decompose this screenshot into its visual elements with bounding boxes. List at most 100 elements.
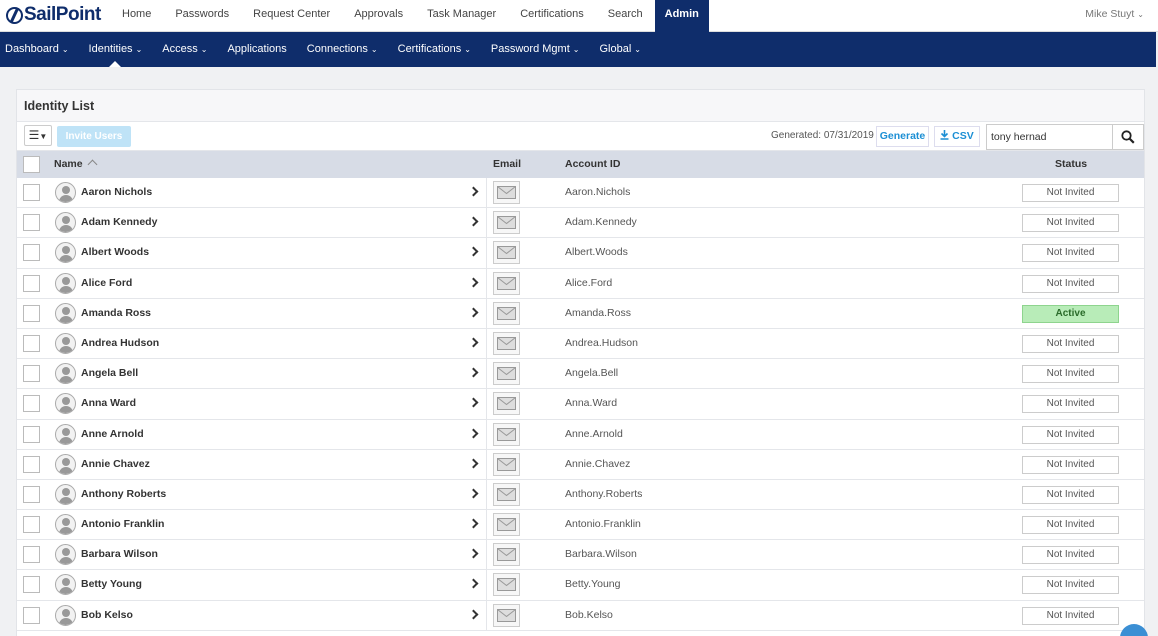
row-checkbox[interactable]: [23, 274, 40, 292]
row-checkbox[interactable]: [23, 516, 40, 534]
generated-date: Generated: 07/31/2019: [771, 130, 874, 141]
email-icon[interactable]: [493, 482, 520, 506]
top-nav-item-search[interactable]: Search: [596, 0, 655, 32]
identity-name[interactable]: Antonio Franklin: [81, 510, 164, 540]
row-checkbox[interactable]: [23, 485, 40, 503]
sub-nav-item-password-mgmt[interactable]: Password Mgmt ⌄: [481, 32, 590, 67]
chevron-right-icon[interactable]: [468, 367, 479, 378]
identity-name[interactable]: Albert Woods: [81, 238, 149, 268]
identity-name[interactable]: Andrea Hudson: [81, 329, 159, 359]
name-column-header[interactable]: Name: [54, 151, 98, 178]
sub-nav-item-applications[interactable]: Applications: [217, 32, 296, 67]
top-nav-item-passwords[interactable]: Passwords: [163, 0, 241, 32]
chevron-right-icon[interactable]: [468, 277, 479, 288]
row-checkbox[interactable]: [23, 365, 40, 383]
sub-nav-item-global[interactable]: Global ⌄: [589, 32, 651, 67]
identity-name[interactable]: Barbara Wilson: [81, 540, 158, 570]
generate-button[interactable]: Generate: [876, 126, 929, 147]
chevron-right-icon[interactable]: [468, 458, 479, 469]
sub-nav-item-certifications[interactable]: Certifications ⌄: [388, 32, 481, 67]
chevron-right-icon[interactable]: [468, 216, 479, 227]
chevron-right-icon[interactable]: [468, 397, 479, 408]
email-icon[interactable]: [493, 543, 520, 567]
identity-name[interactable]: Bob Kelso: [81, 601, 133, 631]
column-divider: [486, 238, 487, 269]
chevron-down-icon: ⌄: [1137, 10, 1144, 19]
row-checkbox[interactable]: [23, 214, 40, 232]
invite-users-button[interactable]: Invite Users: [57, 126, 131, 147]
chevron-right-icon[interactable]: [468, 578, 479, 589]
sub-nav-item-dashboard[interactable]: Dashboard ⌄: [0, 32, 79, 67]
chevron-right-icon[interactable]: [468, 609, 479, 620]
identity-name[interactable]: Anne Arnold: [81, 420, 144, 450]
identity-name[interactable]: Aaron Nichols: [81, 178, 152, 208]
email-icon[interactable]: [493, 211, 520, 235]
sailpoint-logo[interactable]: SailPoint: [6, 4, 101, 25]
row-checkbox[interactable]: [23, 606, 40, 624]
email-icon[interactable]: [493, 603, 520, 627]
status-badge: Not Invited: [1022, 576, 1119, 595]
identity-name[interactable]: Anna Ward: [81, 389, 136, 419]
row-checkbox[interactable]: [23, 546, 40, 564]
top-nav-item-admin[interactable]: Admin: [654, 0, 709, 32]
row-checkbox[interactable]: [23, 395, 40, 413]
status-column-header[interactable]: Status: [1055, 151, 1087, 178]
chevron-right-icon[interactable]: [468, 246, 479, 257]
email-icon[interactable]: [493, 573, 520, 597]
identity-name[interactable]: Anthony Roberts: [81, 480, 166, 510]
email-icon[interactable]: [493, 271, 520, 295]
email-icon[interactable]: [493, 331, 520, 355]
top-nav-item-certifications[interactable]: Certifications: [508, 0, 596, 32]
row-checkbox[interactable]: [23, 425, 40, 443]
avatar-icon: [55, 302, 76, 324]
row-checkbox[interactable]: [23, 455, 40, 473]
row-checkbox[interactable]: [23, 304, 40, 322]
email-icon[interactable]: [493, 241, 520, 265]
identity-search-input[interactable]: [986, 124, 1112, 150]
account-id-column-header[interactable]: Account ID: [565, 151, 620, 178]
identity-name[interactable]: Adam Kennedy: [81, 208, 157, 238]
row-checkbox[interactable]: [23, 334, 40, 352]
identity-name[interactable]: Betty Young: [81, 570, 142, 600]
column-divider: [486, 298, 487, 329]
email-icon[interactable]: [493, 452, 520, 476]
email-icon[interactable]: [493, 513, 520, 537]
identity-name[interactable]: Annie Chavez: [81, 450, 150, 480]
account-id: Aaron.Nichols: [565, 186, 631, 198]
column-menu-button[interactable]: ☰▼: [24, 125, 52, 146]
chevron-right-icon[interactable]: [468, 307, 479, 318]
search-button[interactable]: [1112, 124, 1144, 150]
csv-download-button[interactable]: CSV: [934, 126, 980, 147]
sub-nav-item-access[interactable]: Access ⌄: [152, 32, 217, 67]
search-icon: [1121, 130, 1135, 144]
email-icon[interactable]: [493, 392, 520, 416]
chevron-right-icon[interactable]: [468, 428, 479, 438]
table-row: Annie Chavez Annie.Chavez Not Invited: [17, 449, 1144, 480]
email-icon[interactable]: [493, 301, 520, 325]
user-menu[interactable]: Mike Stuyt ⌄: [1085, 0, 1144, 32]
top-nav-item-task-manager[interactable]: Task Manager: [415, 0, 508, 32]
column-divider: [486, 479, 487, 510]
chevron-right-icon[interactable]: [468, 186, 479, 197]
identity-name[interactable]: Amanda Ross: [81, 299, 151, 329]
row-checkbox[interactable]: [23, 576, 40, 594]
chevron-right-icon[interactable]: [468, 337, 479, 348]
chevron-right-icon[interactable]: [468, 518, 479, 529]
select-all-checkbox[interactable]: [23, 156, 40, 173]
top-nav-item-approvals[interactable]: Approvals: [342, 0, 415, 32]
row-checkbox[interactable]: [23, 184, 40, 201]
chevron-right-icon[interactable]: [468, 548, 479, 559]
email-icon[interactable]: [493, 362, 520, 386]
top-nav-item-request-center[interactable]: Request Center: [241, 0, 342, 32]
download-icon: [940, 130, 949, 140]
email-icon[interactable]: [493, 422, 520, 446]
chevron-right-icon[interactable]: [468, 488, 479, 499]
sub-nav-item-identities[interactable]: Identities ⌄: [79, 32, 153, 67]
row-checkbox[interactable]: [23, 244, 40, 262]
sub-nav-item-connections[interactable]: Connections ⌄: [297, 32, 388, 67]
avatar-icon: [55, 272, 76, 294]
top-nav-item-home[interactable]: Home: [110, 0, 163, 32]
email-icon[interactable]: [493, 181, 520, 204]
identity-name[interactable]: Angela Bell: [81, 359, 138, 389]
identity-name[interactable]: Alice Ford: [81, 269, 132, 299]
